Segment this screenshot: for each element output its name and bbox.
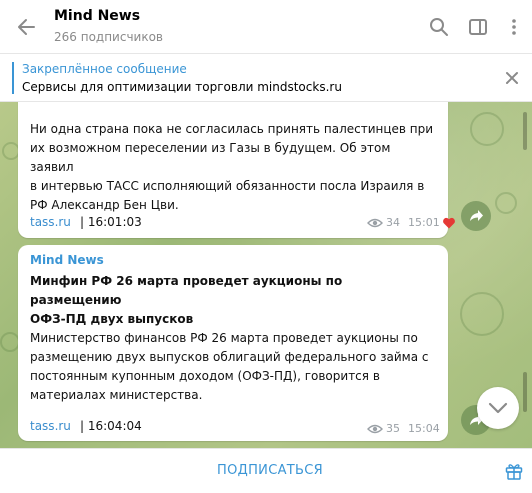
- chat-area[interactable]: Ни одна страна пока не согласилась приня…: [0, 102, 532, 448]
- message-bubble[interactable]: Mind News Минфин РФ 26 марта проведет ау…: [18, 245, 448, 441]
- gift-icon[interactable]: [504, 461, 524, 481]
- bottom-bar: ПОДПИСАТЬСЯ: [0, 448, 532, 493]
- eye-icon: [367, 424, 383, 434]
- view-count: 35: [386, 422, 400, 435]
- sidebar-toggle-icon[interactable]: [467, 16, 489, 38]
- subscribe-button[interactable]: ПОДПИСАТЬСЯ: [170, 449, 370, 493]
- scrollbar-thumb[interactable]: [523, 372, 527, 412]
- message-line: Ни одна страна пока не согласилась приня…: [30, 122, 434, 136]
- background-doodle: [460, 292, 504, 336]
- message-line: постоянным купонным доходом (ОФЗ-ПД), го…: [30, 369, 380, 383]
- message-headline: Минфин РФ 26 марта проведет аукционы по …: [30, 272, 434, 329]
- more-vertical-icon[interactable]: [503, 16, 525, 38]
- source-time: | 16:01:03: [80, 215, 142, 229]
- back-arrow-icon[interactable]: [14, 14, 40, 40]
- pinned-accent-bar: [12, 62, 14, 94]
- message-body: Министерство финансов РФ 26 марта провед…: [30, 329, 434, 405]
- message-line: РФ Александр Бен Цви.: [30, 198, 179, 212]
- message-line: Министерство финансов РФ 26 марта провед…: [30, 331, 418, 345]
- pinned-title: Закреплённое сообщение: [22, 62, 187, 76]
- chat-header: Mind News 266 подписчиков: [0, 0, 532, 54]
- scroll-to-bottom-button[interactable]: [477, 387, 519, 429]
- pinned-text: Сервисы для оптимизации торговли mindsto…: [22, 80, 342, 94]
- search-icon[interactable]: [428, 16, 450, 38]
- message-time: 15:04: [408, 422, 440, 435]
- message-bubble[interactable]: Ни одна страна пока не согласилась приня…: [18, 102, 455, 238]
- message-line: материалах министерства.: [30, 388, 203, 402]
- close-icon[interactable]: [502, 68, 522, 88]
- subscriber-count: 266 подписчиков: [54, 30, 163, 44]
- message-line: в интервью ТАСС исполняющий обязанности …: [30, 179, 425, 193]
- source-time: | 16:04:04: [80, 419, 142, 433]
- eye-icon: [367, 218, 383, 228]
- heart-icon[interactable]: [442, 216, 456, 230]
- background-doodle: [470, 112, 504, 146]
- share-button[interactable]: [461, 201, 491, 231]
- message-body: Ни одна страна пока не согласилась приня…: [30, 120, 434, 215]
- source-link[interactable]: tass.ru: [30, 215, 71, 229]
- message-time: 15:01: [408, 216, 440, 229]
- background-doodle: [0, 332, 20, 352]
- headline-line: Минфин РФ 26 марта проведет аукционы по …: [30, 274, 343, 307]
- message-line: размещению двух выпусков облигаций федер…: [30, 350, 429, 364]
- headline-line: ОФЗ-ПД двух выпусков: [30, 312, 194, 326]
- pinned-message-bar[interactable]: Закреплённое сообщение Сервисы для оптим…: [0, 54, 532, 102]
- share-icon: [470, 210, 483, 221]
- message-author[interactable]: Mind News: [30, 253, 104, 267]
- view-count: 34: [386, 216, 400, 229]
- channel-title[interactable]: Mind News: [54, 8, 140, 24]
- source-link[interactable]: tass.ru: [30, 419, 71, 433]
- background-doodle: [495, 192, 517, 214]
- message-line: их возможном переселении из Газы в будущ…: [30, 141, 391, 174]
- chevron-down-icon: [488, 402, 508, 414]
- scrollbar-thumb[interactable]: [523, 112, 527, 150]
